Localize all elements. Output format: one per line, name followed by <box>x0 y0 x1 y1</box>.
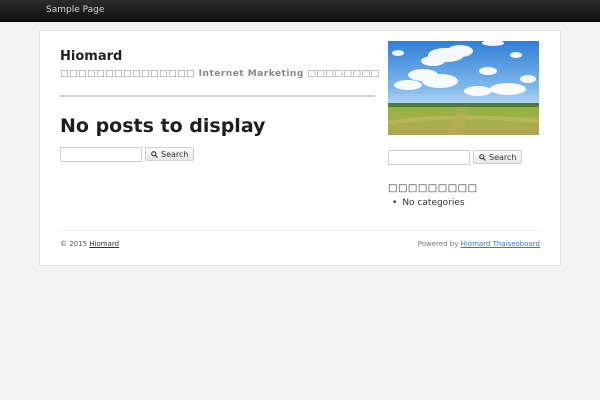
sidebar-search-button[interactable]: Search <box>473 150 523 164</box>
search-icon <box>151 150 158 158</box>
footer-powered-by: Powered by Hiomard Thaiseoboard <box>418 240 540 248</box>
category-list: No categories <box>392 198 464 208</box>
powered-by-text: Powered by <box>417 240 459 248</box>
site-title[interactable]: Hiomard <box>60 49 122 64</box>
main-search-button-label: Search <box>161 149 189 159</box>
page-card: Hiomard □□□□□□□□□□□□□□□ Internet Marketi… <box>39 30 561 266</box>
copyright-link[interactable]: Hiomard <box>89 240 119 248</box>
footer-divider <box>60 230 541 231</box>
landscape-field-sky-image <box>388 41 539 135</box>
footer-copyright: © 2015 Hiomard <box>60 240 119 248</box>
nav-item-sample-page[interactable]: Sample Page <box>46 5 104 15</box>
list-item: No categories <box>392 198 464 208</box>
sidebar-search-input[interactable] <box>388 150 470 165</box>
top-nav-bar: Sample Page <box>0 0 600 22</box>
categories-widget-title: □□□□□□□□□ <box>388 183 478 194</box>
main-search-input[interactable] <box>60 147 142 162</box>
header-divider <box>60 95 375 97</box>
page-heading: No posts to display <box>60 115 266 137</box>
powered-by-link[interactable]: Hiomard Thaiseoboard <box>461 240 540 248</box>
header-hero-image <box>388 41 539 135</box>
search-icon <box>479 153 486 161</box>
sidebar-search-button-label: Search <box>489 152 517 162</box>
site-tagline: □□□□□□□□□□□□□□□ Internet Marketing □□□□□… <box>60 69 380 79</box>
copyright-text: © 2015 <box>60 240 88 248</box>
main-search-button[interactable]: Search <box>145 147 195 161</box>
